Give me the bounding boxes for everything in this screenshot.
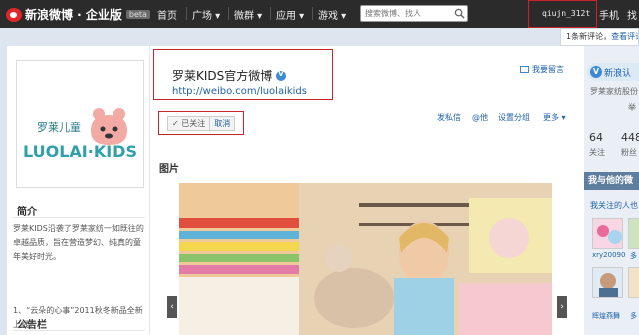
nav-games[interactable]: 游戏 ▾	[318, 7, 346, 22]
search-box[interactable]	[360, 5, 468, 22]
beta-badge: beta	[125, 10, 150, 19]
nav-square[interactable]: 广场 ▾	[192, 7, 220, 22]
nav-mobile[interactable]: 手机	[599, 7, 619, 22]
set-group-link[interactable]: 设置分组	[498, 112, 530, 123]
notice-text: 1、“云朵的心事”2011秋冬新品全新上线！	[13, 306, 143, 329]
view-comments-link[interactable]: 查看评论	[611, 32, 638, 41]
intro-text: 罗莱KIDS沿袭了罗莱家纺一如既往的卓越品质，旨在营造梦幻、纯真的童年美好时光。	[13, 224, 144, 261]
user-name[interactable]: 辉煌燕舞	[592, 311, 620, 321]
username[interactable]: qiujn_312t	[542, 9, 590, 18]
followed-label: ✓ 已关注	[172, 119, 206, 128]
report-link[interactable]: 举	[628, 102, 636, 113]
message-icon	[520, 66, 529, 73]
more-dropdown[interactable]: 更多 ▾	[543, 112, 566, 123]
profile-avatar[interactable]: 罗莱儿童 LUOLAI·KIDS	[16, 60, 144, 188]
send-message-link[interactable]: 发私信	[437, 112, 461, 123]
title-highlight-box: 罗莱KIDS官方微博 http://weibo.com/luolaikids	[153, 49, 333, 100]
previous-photo-arrow[interactable]: ‹	[167, 296, 177, 318]
mention-link[interactable]: @他	[472, 112, 488, 123]
product-photo	[179, 183, 552, 335]
weibo-eye-icon	[6, 7, 22, 22]
follow-highlight-box: ✓ 已关注 取消	[158, 111, 244, 135]
user-name[interactable]: 多	[630, 311, 637, 321]
user-avatar[interactable]	[628, 218, 639, 249]
user-avatar[interactable]	[592, 267, 623, 298]
nav-apps[interactable]: 应用 ▾	[276, 7, 304, 22]
badge-text: 新浪认	[604, 68, 632, 79]
verified-v-icon: V	[590, 66, 602, 78]
profile-sidebar: 罗莱儿童 LUOLAI·KIDS 简介 公告栏	[7, 46, 150, 335]
profile-url-link[interactable]: http://weibo.com/luolaikids	[172, 86, 307, 97]
logo-en-text: LUOLAI·KIDS	[23, 142, 137, 161]
company-name: 罗莱家纺股份	[590, 87, 638, 96]
mutual-follow-link[interactable]: 我关注的人也	[590, 200, 638, 211]
divider	[13, 217, 145, 218]
leave-message-label[interactable]: 我要留言	[532, 64, 564, 75]
nav-groups[interactable]: 微群 ▾	[234, 7, 262, 22]
intro-heading: 简介	[17, 207, 37, 218]
search-input[interactable]	[361, 6, 449, 21]
nav-divider	[186, 7, 187, 20]
user-name[interactable]: 多	[630, 251, 637, 261]
nav-home[interactable]: 首页	[157, 7, 177, 22]
weibo-logo[interactable]: 新浪微博 · 企业版 beta	[6, 6, 150, 23]
verified-icon	[276, 69, 287, 81]
following-count[interactable]: 64	[589, 131, 603, 144]
logo-cn-text: 罗莱儿童	[37, 120, 81, 134]
page-title: 罗莱KIDS官方微博	[172, 67, 287, 84]
nav-divider	[270, 7, 271, 20]
followers-count[interactable]: 448	[621, 131, 639, 144]
featured-photo[interactable]	[179, 183, 552, 335]
common-relations-header: 我与他的微	[584, 172, 639, 190]
pictures-heading: 图片	[159, 164, 179, 175]
next-photo-arrow[interactable]: ›	[557, 296, 567, 318]
notification-popup: 1条新评论，查看评论	[560, 28, 639, 46]
user-avatar[interactable]	[592, 218, 623, 249]
user-name[interactable]: xry20090	[592, 251, 625, 259]
unfollow-button[interactable]: 取消	[209, 117, 234, 130]
nav-find[interactable]: 找	[627, 7, 637, 22]
nav-divider	[312, 7, 313, 20]
top-navigation-bar: 新浪微博 · 企业版 beta 首页 广场 ▾ 微群 ▾ 应用 ▾ 游戏 ▾ q…	[0, 0, 639, 28]
follow-status-button[interactable]: ✓ 已关注 取消	[167, 116, 236, 131]
page-title-text: 罗莱KIDS官方微博	[172, 69, 273, 83]
logo-text: 新浪微博 · 企业版	[25, 8, 122, 22]
notification-text: 1条新评论，	[566, 32, 612, 41]
luolai-kids-logo: 罗莱儿童 LUOLAI·KIDS	[23, 108, 137, 161]
sina-verified-badge: V 新浪认	[587, 63, 639, 81]
followers-label: 粉丝	[621, 148, 637, 157]
user-avatar[interactable]	[628, 267, 639, 298]
search-icon[interactable]	[454, 8, 465, 19]
nav-divider	[228, 7, 229, 20]
leave-message-link[interactable]: 我要留言	[520, 64, 564, 75]
following-label: 关注	[589, 148, 605, 157]
user-menu[interactable]: qiujn_312t	[528, 0, 597, 28]
